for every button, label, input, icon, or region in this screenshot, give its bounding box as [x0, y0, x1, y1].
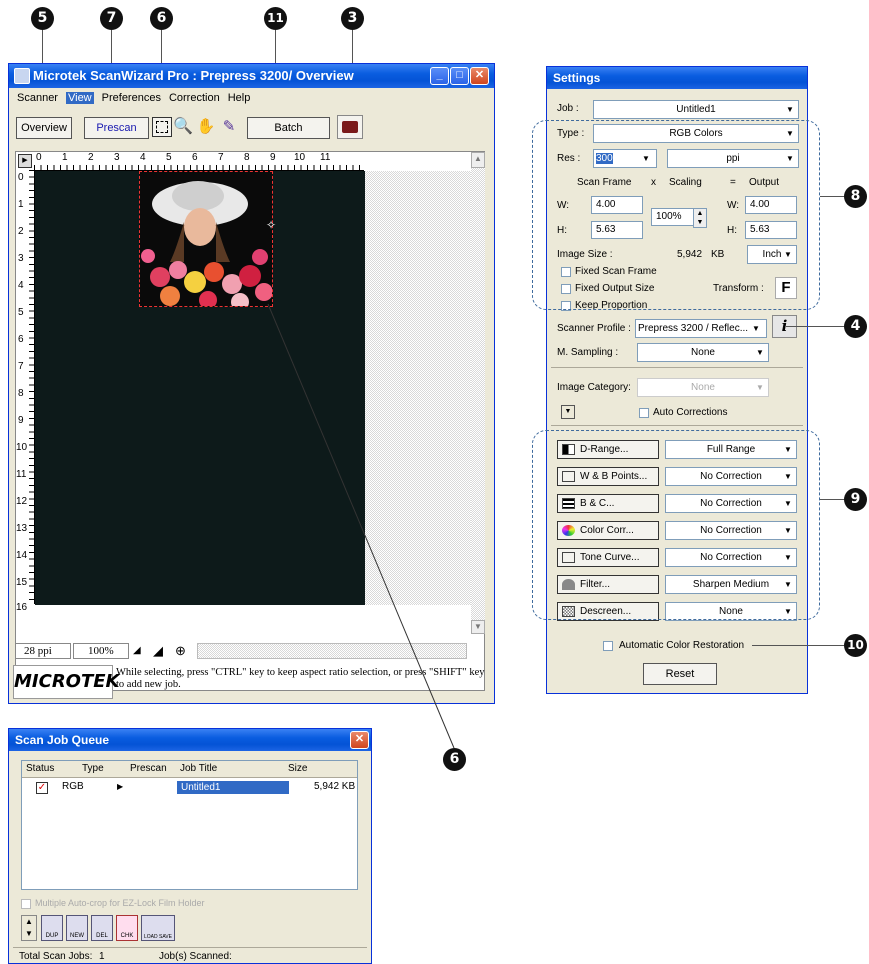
dup-icon[interactable]: DUP [41, 915, 63, 941]
jobs-scanned-label: Job(s) Scanned: [159, 951, 232, 962]
col-size[interactable]: Size [288, 761, 307, 777]
prescan-arrow-icon: ▶ [117, 782, 124, 791]
row-size: 5,942 KB [314, 781, 356, 792]
col-status[interactable]: Status [26, 761, 54, 777]
queue-titlebar: Scan Job Queue ✕ [9, 729, 371, 751]
multi-autocrop-checkbox[interactable] [21, 899, 31, 909]
del-icon[interactable]: DEL [91, 915, 113, 941]
new-icon[interactable]: NEW [66, 915, 88, 941]
total-jobs-value: 1 [99, 951, 105, 962]
queue-list: Status Type Prescan Job Title Size ✓ RGB… [21, 760, 358, 890]
queue-header: Status Type Prescan Job Title Size [22, 761, 357, 778]
move-updown-icon[interactable]: ▲ ▼ [21, 915, 37, 941]
row-title[interactable]: Untitled1 [177, 781, 289, 794]
total-jobs-label: Total Scan Jobs: [19, 951, 93, 962]
status-check-icon[interactable]: ✓ [36, 782, 48, 794]
chk-icon[interactable]: CHK [116, 915, 138, 941]
table-row[interactable]: ✓ RGB ▶ Untitled1 5,942 KB [22, 779, 357, 795]
row-type: RGB [62, 781, 84, 792]
load-save-icon[interactable]: LOAD SAVE [141, 915, 175, 941]
col-type[interactable]: Type [82, 761, 104, 777]
queue-close-button[interactable]: ✕ [350, 731, 369, 749]
queue-title: Scan Job Queue [15, 733, 110, 747]
col-job-title[interactable]: Job Title [180, 761, 217, 777]
multi-autocrop-label: Multiple Auto-crop for EZ-Lock Film Hold… [35, 898, 205, 908]
col-prescan[interactable]: Prescan [130, 761, 167, 777]
callout-6-lower: 6 [443, 748, 466, 771]
scan-job-queue-window: Scan Job Queue ✕ Status Type Prescan Job… [8, 728, 372, 964]
